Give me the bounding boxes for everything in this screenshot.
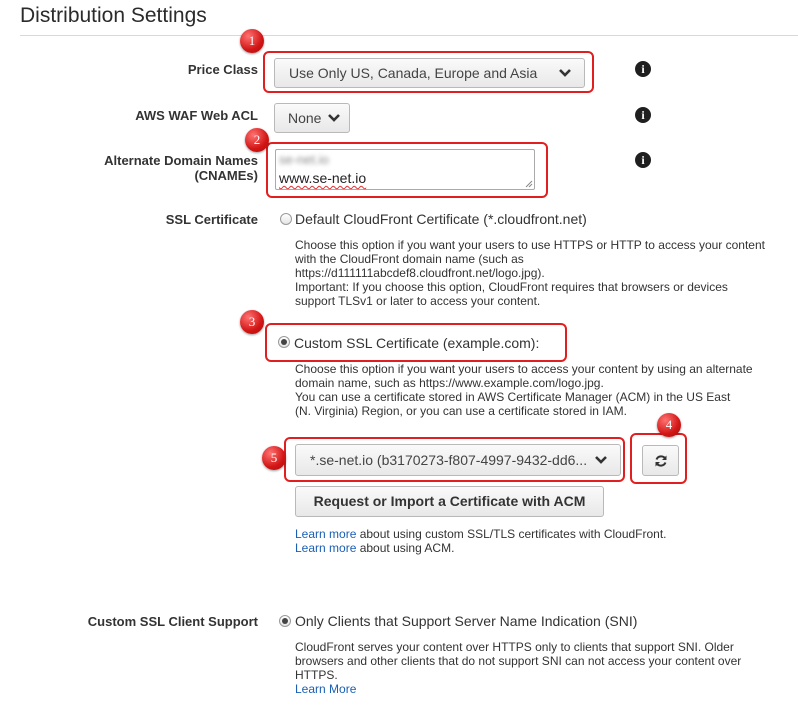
- price-class-select[interactable]: Use Only US, Canada, Europe and Asia: [274, 58, 585, 88]
- certificate-select[interactable]: *.se-net.io (b3170273-f807-4997-9432-dd6…: [295, 444, 621, 476]
- info-icon[interactable]: i: [635, 152, 651, 168]
- desc-line: You can use a certificate stored in AWS …: [295, 390, 731, 404]
- annotation-marker-4: 4: [657, 413, 681, 437]
- sni-radio[interactable]: [279, 615, 291, 627]
- default-cert-description: Choose this option if you want your user…: [295, 238, 775, 308]
- custom-cert-radio[interactable]: [278, 336, 290, 348]
- cnames-label-line1: Alternate Domain Names: [104, 153, 258, 168]
- desc-line: CloudFront serves your content over HTTP…: [295, 640, 734, 654]
- learn-more-link[interactable]: Learn more: [295, 527, 356, 541]
- desc-line: Choose this option if you want your user…: [295, 238, 765, 252]
- custom-cert-option-label[interactable]: Custom SSL Certificate (example.com):: [294, 335, 539, 351]
- desc-line: Choose this option if you want your user…: [295, 362, 753, 376]
- annotation-marker-1: 1: [240, 29, 264, 53]
- annotation-marker-2: 2: [245, 128, 269, 152]
- desc-line: Important: If you choose this option, Cl…: [295, 280, 728, 294]
- learn-more-text: about using custom SSL/TLS certificates …: [356, 527, 667, 541]
- cnames-label-line2: (CNAMEs): [194, 168, 258, 183]
- info-icon[interactable]: i: [635, 107, 651, 123]
- waf-value: None: [288, 110, 322, 126]
- sni-description: CloudFront serves your content over HTTP…: [295, 640, 775, 696]
- resize-handle-icon[interactable]: [525, 180, 533, 188]
- waf-select[interactable]: None: [274, 103, 350, 133]
- chevron-down-icon: [595, 456, 607, 464]
- sni-option-label[interactable]: Only Clients that Support Server Name In…: [295, 613, 637, 629]
- section-divider: [20, 35, 798, 36]
- desc-line: domain name, such as https://www.example…: [295, 376, 604, 390]
- learn-more-text: about using ACM.: [356, 541, 455, 555]
- refresh-icon: [655, 454, 666, 467]
- section-title: Distribution Settings: [20, 4, 207, 27]
- default-cert-radio[interactable]: [280, 213, 292, 225]
- client-support-label: Custom SSL Client Support: [87, 614, 258, 629]
- desc-line: (N. Virginia) Region, or you can use a c…: [295, 404, 627, 418]
- cnames-textarea[interactable]: se-net.io www.se-net.io: [275, 149, 535, 190]
- annotation-marker-3: 3: [240, 310, 264, 334]
- ssl-certificate-label: SSL Certificate: [165, 212, 258, 227]
- learn-more-link[interactable]: Learn More: [295, 682, 356, 696]
- desc-line: https://d111111abcdef8.cloudfront.net/lo…: [295, 266, 545, 280]
- chevron-down-icon: [559, 69, 571, 77]
- request-certificate-button[interactable]: Request or Import a Certificate with ACM: [295, 486, 604, 517]
- cnames-label: Alternate Domain Names (CNAMEs): [18, 153, 258, 183]
- custom-cert-description: Choose this option if you want your user…: [295, 362, 775, 418]
- cnames-line-2: www.se-net.io: [279, 170, 367, 186]
- learn-more-acm-line: Learn more about using ACM.: [295, 541, 715, 555]
- desc-line: HTTPS.: [295, 668, 338, 682]
- annotation-marker-5: 5: [262, 446, 286, 470]
- desc-line: with the CloudFront domain name (such as: [295, 252, 524, 266]
- learn-more-link[interactable]: Learn more: [295, 541, 356, 555]
- desc-line: browsers and other clients that do not s…: [295, 654, 742, 668]
- refresh-button[interactable]: [642, 445, 679, 476]
- price-class-value: Use Only US, Canada, Europe and Asia: [289, 65, 538, 81]
- chevron-down-icon: [328, 114, 340, 122]
- default-cert-option-label[interactable]: Default CloudFront Certificate (*.cloudf…: [295, 211, 587, 227]
- price-class-label: Price Class: [187, 62, 258, 77]
- desc-line: support TLSv1 or later to access your co…: [295, 294, 541, 308]
- waf-label: AWS WAF Web ACL: [135, 108, 258, 123]
- certificate-select-value: *.se-net.io (b3170273-f807-4997-9432-dd6…: [310, 452, 588, 468]
- info-icon[interactable]: i: [635, 61, 651, 77]
- cnames-line-1-blurred: se-net.io: [279, 152, 329, 167]
- learn-more-ssl-line: Learn more about using custom SSL/TLS ce…: [295, 527, 715, 541]
